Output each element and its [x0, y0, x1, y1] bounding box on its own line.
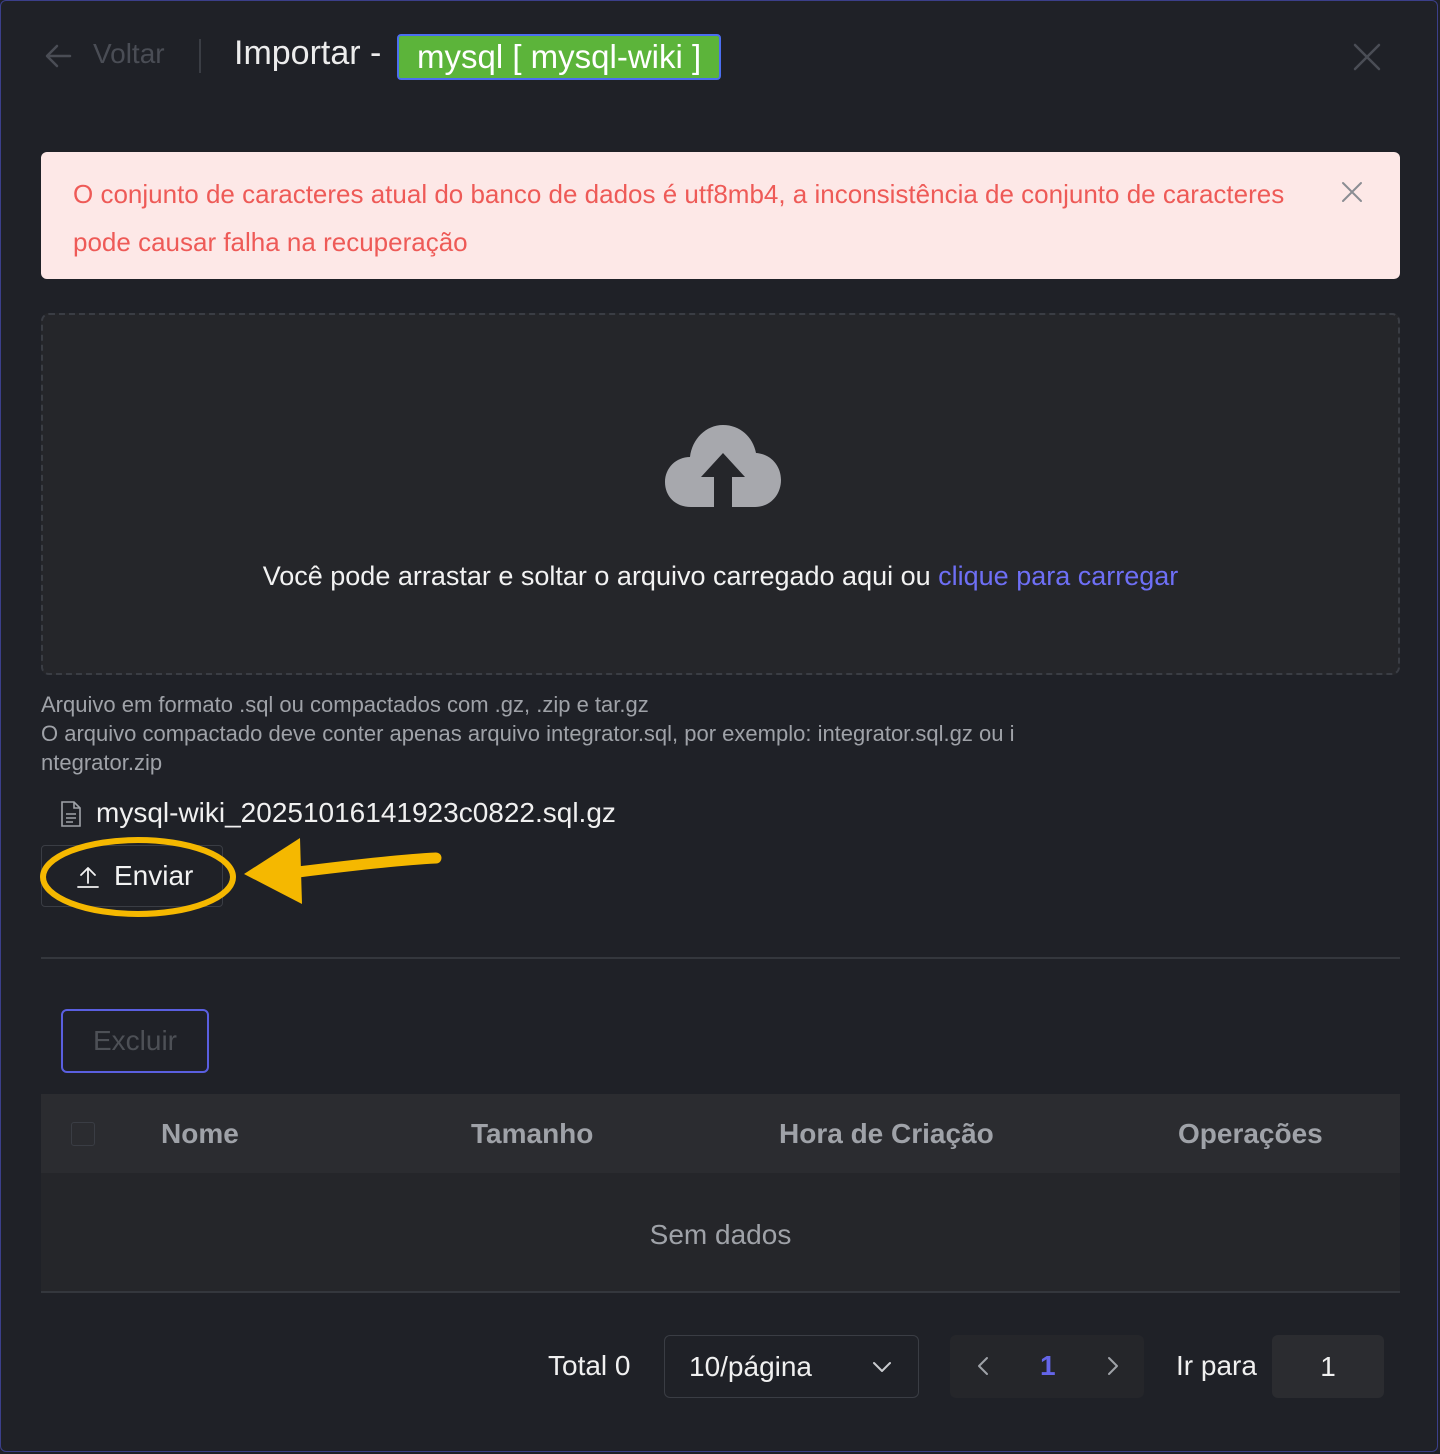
- charset-warning-alert: O conjunto de caracteres atual do banco …: [41, 152, 1400, 279]
- upload-dropzone[interactable]: Você pode arrastar e soltar o arquivo ca…: [41, 313, 1400, 675]
- alert-message: O conjunto de caracteres atual do banco …: [73, 179, 1285, 257]
- close-icon[interactable]: [1350, 40, 1384, 74]
- chevron-left-icon[interactable]: [974, 1355, 994, 1377]
- goto-page-label: Ir para: [1176, 1350, 1257, 1381]
- dropzone-text: Você pode arrastar e soltar o arquivo ca…: [43, 561, 1398, 592]
- dialog-header: Voltar Importar - mysql [ mysql-wiki ]: [0, 0, 1440, 112]
- hint-line-1: Arquivo em formato .sql ou compactados c…: [41, 692, 649, 717]
- file-icon: [61, 801, 81, 827]
- annotation-arrow-icon: [244, 838, 442, 904]
- annotation-ellipse: [40, 837, 236, 917]
- delete-button[interactable]: Excluir: [61, 1009, 209, 1073]
- page-size-value: 10/página: [689, 1351, 813, 1382]
- dropzone-instruction: Você pode arrastar e soltar o arquivo ca…: [262, 561, 939, 591]
- back-button[interactable]: Voltar: [93, 38, 165, 70]
- table-header: Nome Tamanho Hora de Criação Operações: [41, 1094, 1400, 1173]
- cloud-upload-icon: [665, 425, 781, 509]
- alert-close-icon[interactable]: [1340, 180, 1364, 204]
- column-header-operations: Operações: [1178, 1118, 1323, 1149]
- column-header-name: Nome: [161, 1118, 239, 1149]
- chevron-right-icon[interactable]: [1102, 1355, 1122, 1377]
- chevron-down-icon: [873, 1362, 891, 1372]
- page-title: Importar -: [234, 34, 382, 72]
- database-tag: mysql [ mysql-wiki ]: [397, 34, 722, 80]
- database-tag-label: mysql [ mysql-wiki ]: [417, 38, 702, 75]
- page-size-select[interactable]: 10/página: [664, 1335, 919, 1398]
- selected-file-name[interactable]: mysql-wiki_20251016141923c0822.sql.gz: [96, 797, 616, 829]
- select-all-checkbox[interactable]: [71, 1122, 95, 1146]
- table-body: Sem dados: [41, 1173, 1400, 1293]
- header-divider: [199, 39, 201, 73]
- total-count: Total 0: [548, 1350, 631, 1381]
- click-to-upload-link[interactable]: clique para carregar: [938, 561, 1178, 591]
- column-header-created: Hora de Criação: [779, 1118, 994, 1149]
- empty-state-text: Sem dados: [649, 1219, 792, 1250]
- column-header-size: Tamanho: [471, 1118, 594, 1149]
- hint-line-2: O arquivo compactado deve conter apenas …: [41, 721, 1015, 746]
- file-format-hint: Arquivo em formato .sql ou compactados c…: [41, 690, 1141, 777]
- page-number-current[interactable]: 1: [1040, 1350, 1056, 1382]
- section-divider: [41, 957, 1400, 959]
- goto-page-input[interactable]: [1272, 1335, 1384, 1398]
- arrow-left-icon[interactable]: [44, 40, 72, 72]
- pager: 1: [950, 1335, 1144, 1398]
- hint-line-3: ntegrator.zip: [41, 750, 163, 775]
